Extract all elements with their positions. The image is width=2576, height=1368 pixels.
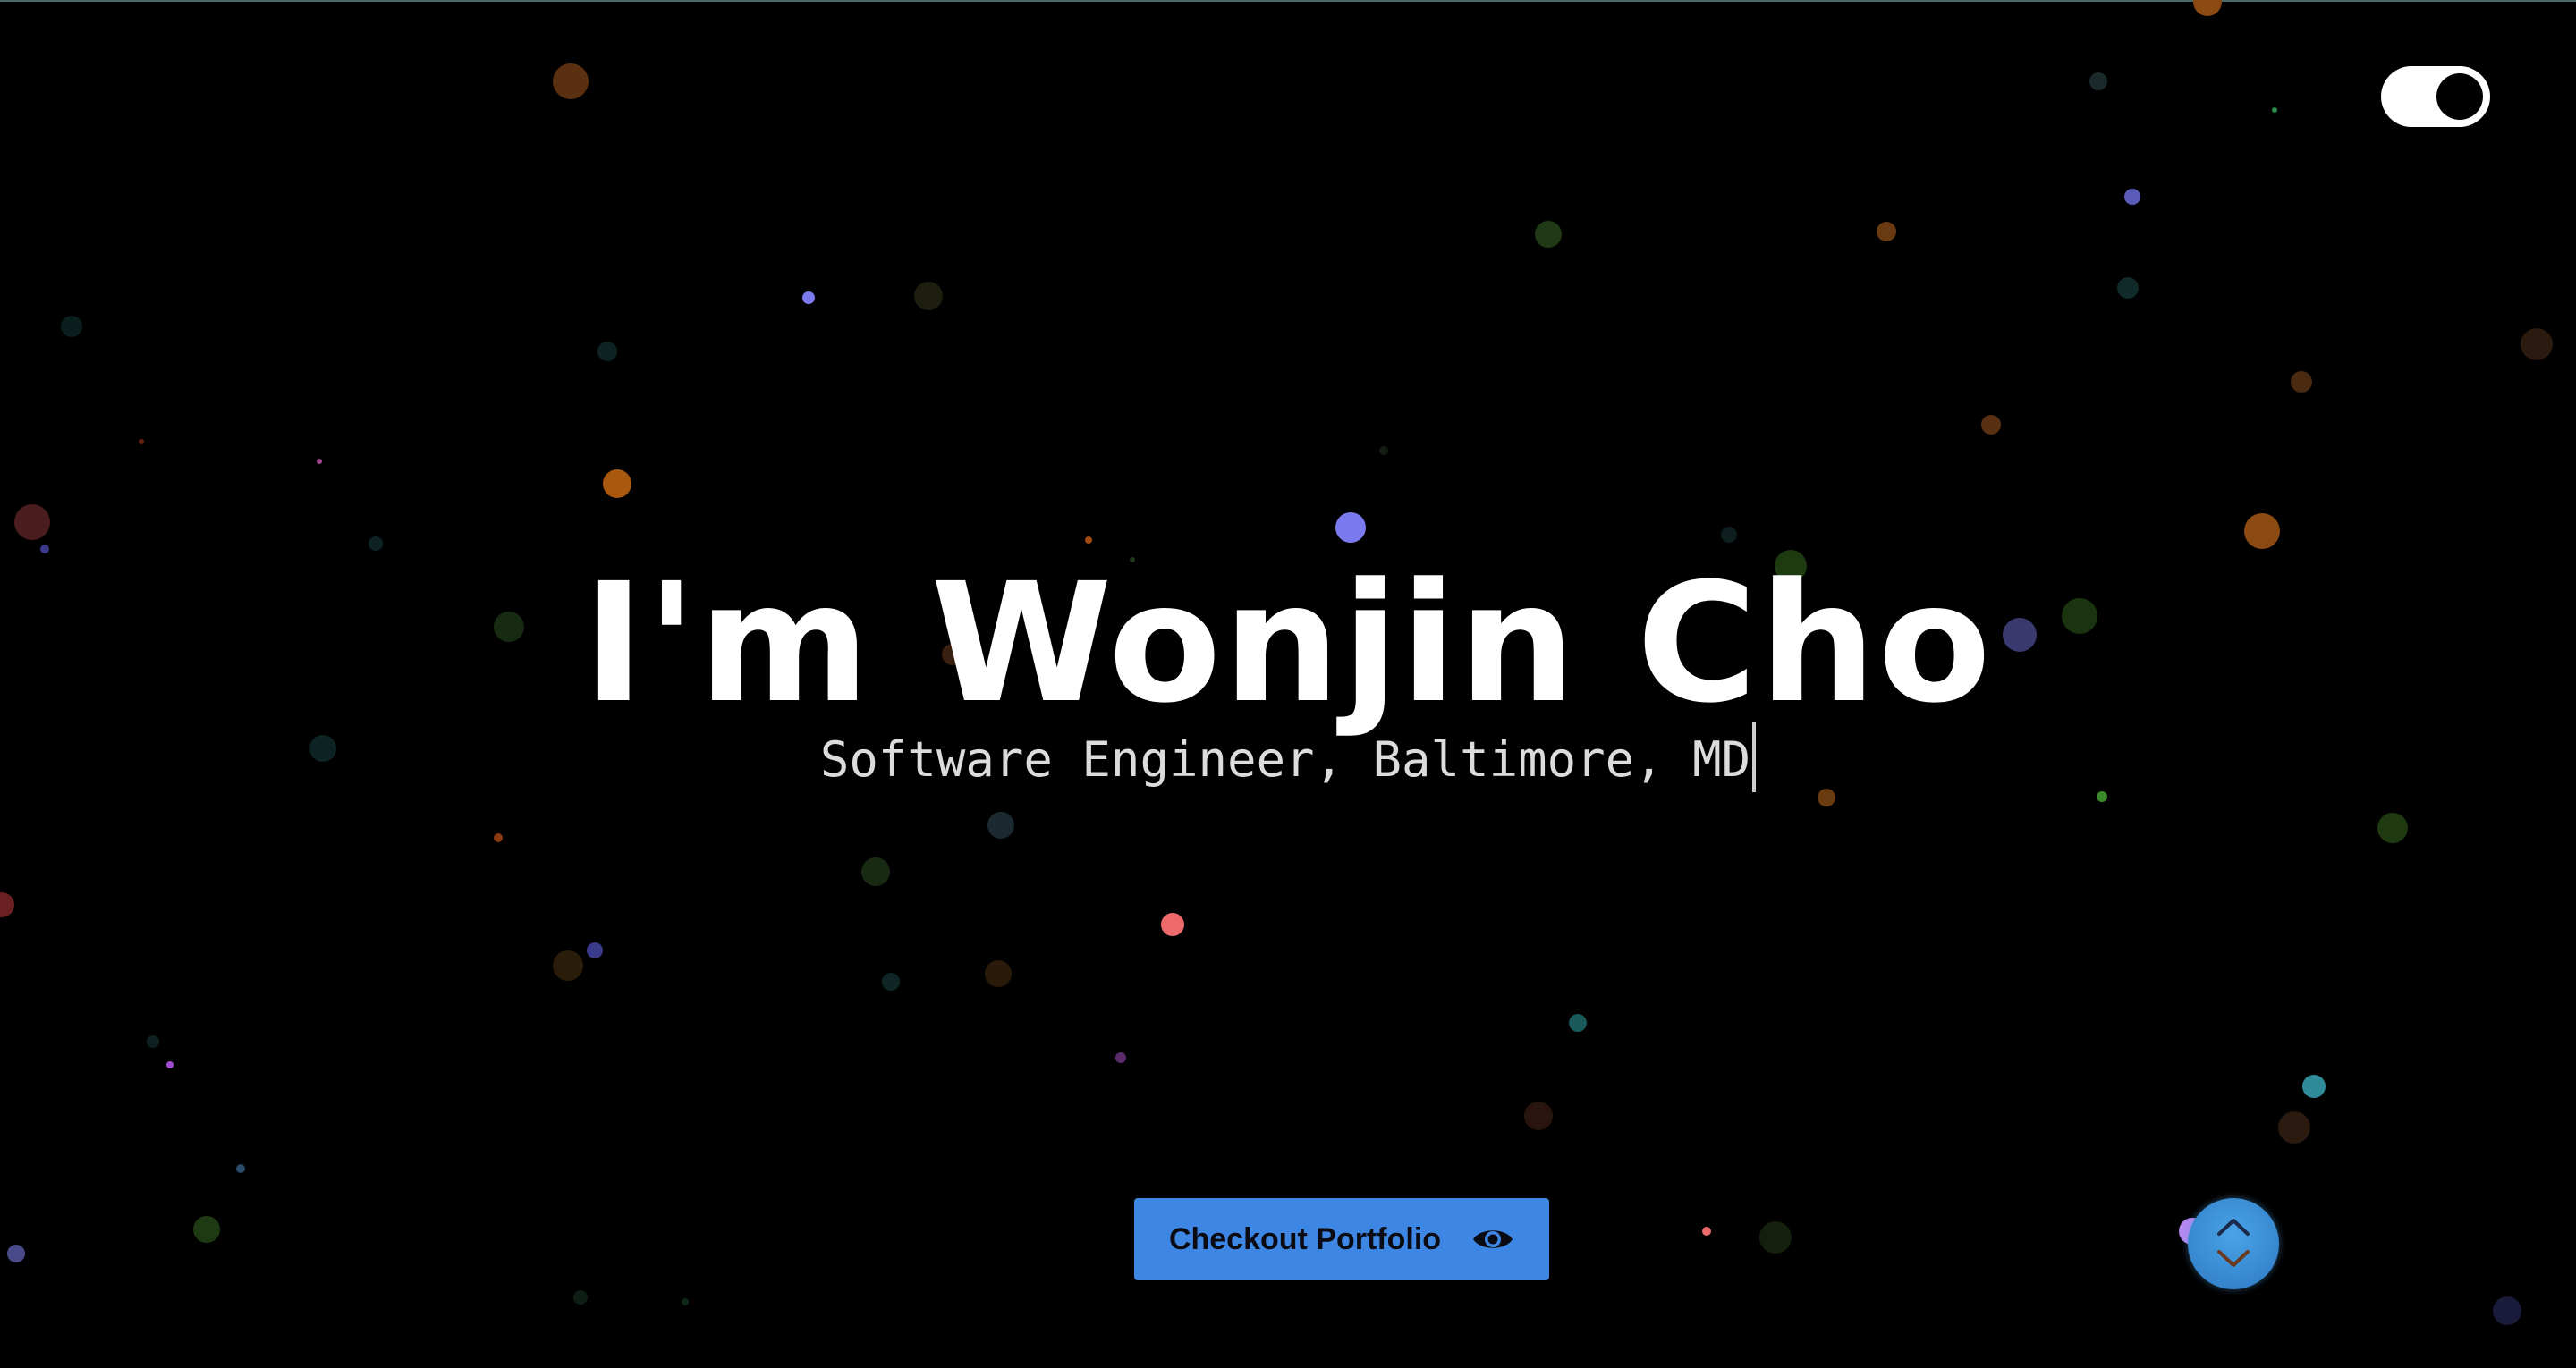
particle — [914, 282, 943, 310]
particle — [7, 1245, 25, 1262]
particle — [369, 536, 383, 551]
particle — [1702, 1227, 1711, 1236]
particle — [166, 1061, 174, 1068]
particle — [1335, 512, 1366, 543]
particle — [14, 504, 50, 540]
particle — [1115, 1052, 1126, 1063]
particle — [0, 892, 14, 917]
particle — [2244, 513, 2280, 549]
particle — [2377, 813, 2408, 843]
particle — [193, 1216, 220, 1243]
particle — [2278, 1111, 2310, 1144]
particle — [1524, 1102, 1553, 1130]
particle — [2124, 189, 2140, 205]
particle — [2291, 371, 2312, 393]
hero-title: I'm Wonjin Cho — [582, 548, 1993, 739]
particle — [861, 857, 890, 886]
particle — [2089, 72, 2107, 90]
theme-toggle[interactable] — [2381, 66, 2490, 127]
particle — [1535, 221, 1562, 248]
particle — [40, 545, 49, 553]
particle — [1759, 1221, 1792, 1254]
particle — [1877, 222, 1896, 241]
hero-subtitle: Software Engineer, Baltimore, MD — [819, 731, 1751, 788]
particle — [2193, 0, 2222, 16]
particle — [1085, 536, 1092, 544]
particle — [682, 1298, 689, 1305]
chevron-down-icon — [2217, 1250, 2250, 1267]
particle — [147, 1035, 159, 1048]
particle — [494, 833, 503, 842]
particle — [1379, 446, 1388, 455]
hero-subtitle-wrap: Software Engineer, Baltimore, MD — [0, 722, 2576, 792]
toggle-knob — [2436, 73, 2483, 120]
scroll-button[interactable] — [2188, 1198, 2279, 1289]
particle — [2272, 107, 2277, 113]
particle — [2097, 791, 2107, 802]
particle — [139, 439, 144, 444]
particle — [1721, 527, 1737, 543]
particle — [2302, 1075, 2326, 1098]
chevron-up-icon — [2217, 1219, 2250, 1236]
eye-icon — [1471, 1225, 1514, 1254]
particle — [587, 942, 603, 958]
particle — [61, 316, 82, 337]
landing-page: I'm Wonjin Cho Software Engineer, Baltim… — [0, 0, 2576, 1368]
particle — [1161, 913, 1184, 936]
particle — [573, 1290, 588, 1305]
particle — [2493, 1296, 2521, 1325]
particle — [553, 950, 583, 981]
particle — [1569, 1014, 1587, 1032]
particle — [2521, 328, 2553, 360]
particle — [1981, 415, 2001, 435]
typing-cursor — [1752, 722, 1757, 792]
particle — [882, 973, 900, 991]
checkout-portfolio-button[interactable]: Checkout Portfolio — [1134, 1198, 1549, 1280]
particle — [2117, 277, 2139, 299]
particle — [985, 960, 1012, 987]
checkout-portfolio-label: Checkout Portfolio — [1168, 1221, 1442, 1256]
particle — [597, 342, 617, 361]
particle — [802, 291, 815, 304]
particle — [236, 1164, 245, 1173]
particle — [317, 459, 322, 464]
particle — [553, 63, 589, 99]
particle — [603, 469, 631, 498]
particle — [987, 812, 1014, 839]
